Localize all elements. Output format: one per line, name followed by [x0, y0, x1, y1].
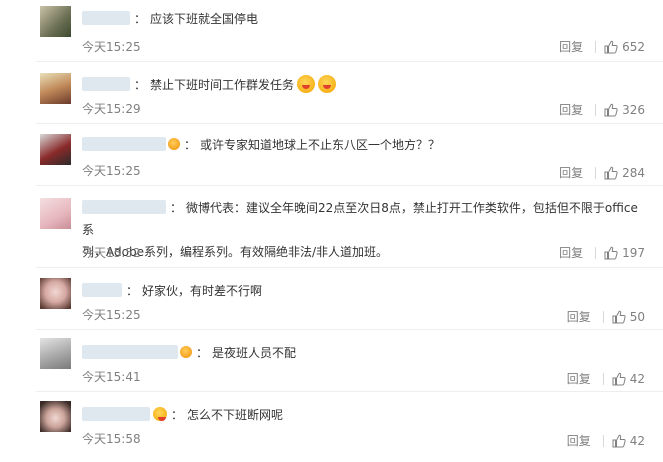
reply-button[interactable]: 回复: [567, 370, 591, 387]
comment-body: ：或许专家知道地球上不止东八区一个地方？？: [82, 134, 643, 156]
like-count: 50: [629, 309, 645, 324]
like-count: 42: [629, 371, 645, 386]
reply-button[interactable]: 回复: [559, 38, 583, 55]
comment-body: ：是夜班人员不配: [82, 342, 643, 364]
reply-button[interactable]: 回复: [559, 164, 583, 181]
thumbs-up-icon: [612, 310, 626, 323]
username-blurred[interactable]: [82, 283, 122, 297]
vip-badge-icon: [180, 346, 192, 358]
comment-text: 好家伙，有时差不行啊: [142, 284, 263, 298]
comment-item: ：禁止下班时间工作群发任务 今天15:29 回复 326: [0, 62, 663, 124]
like-count: 42: [629, 433, 645, 448]
thumbs-up-icon: [612, 372, 626, 385]
separator: [602, 310, 604, 323]
avatar[interactable]: [40, 134, 71, 165]
comment-text: 是夜班人员不配: [212, 346, 297, 360]
comment-item: ：或许专家知道地球上不止东八区一个地方？？ 今天15:25 回复 284: [0, 124, 663, 186]
comment-actions: 回复 284: [559, 164, 645, 181]
like-button[interactable]: 42: [612, 372, 645, 386]
comment-body: ：应该下班就全国停电: [82, 8, 643, 30]
username-blurred[interactable]: [82, 345, 178, 359]
separator: [602, 372, 604, 385]
like-button[interactable]: 284: [604, 166, 645, 180]
separator: [595, 246, 597, 259]
comment-item: ：怎么不下班断网呢 今天15:58 回复 42: [0, 392, 663, 462]
comment-body: ：好家伙，有时差不行啊: [82, 280, 643, 302]
comment-list: ：应该下班就全国停电 今天15:25 回复 652 ：禁止下班时间工作群发任务 …: [0, 0, 663, 462]
comment-actions: 回复 197: [559, 244, 645, 261]
avatar[interactable]: [40, 73, 71, 104]
vip-badge-icon: [153, 407, 167, 421]
comment-actions: 回复 652: [559, 38, 645, 55]
comment-time: 今天15:25: [82, 308, 141, 322]
comment-item: ：是夜班人员不配 今天15:41 回复 42: [0, 330, 663, 392]
comment-time: 今天15:41: [82, 370, 141, 384]
separator: [602, 434, 604, 447]
comment-time: 今天15:25: [82, 164, 141, 178]
comment-body: ：禁止下班时间工作群发任务: [82, 74, 643, 96]
reply-button[interactable]: 回复: [559, 244, 583, 261]
comment-text: 或许专家知道地球上不止东八区一个地方？？: [200, 138, 441, 152]
like-button[interactable]: 50: [612, 310, 645, 324]
username-blurred[interactable]: [82, 11, 130, 25]
thumbs-up-icon: [612, 434, 626, 447]
like-button[interactable]: 197: [604, 246, 645, 260]
comment-actions: 回复 326: [559, 101, 645, 118]
comment-item: ：微博代表：建议全年晚间22点至次日8点，禁止打开工作类软件，包括但不限于off…: [0, 186, 663, 268]
emoji-icon: [318, 75, 337, 93]
comment-body: ：怎么不下班断网呢: [82, 404, 643, 426]
like-count: 652: [622, 39, 645, 54]
avatar[interactable]: [40, 278, 71, 309]
comment-time: 今天15:58: [82, 432, 141, 446]
like-button[interactable]: 326: [604, 103, 645, 117]
comment-actions: 回复 42: [567, 370, 645, 387]
like-button[interactable]: 42: [612, 434, 645, 448]
reply-button[interactable]: 回复: [567, 432, 591, 449]
thumbs-up-icon: [604, 246, 618, 259]
like-count: 326: [622, 102, 645, 117]
comment-time: 今天15:25: [82, 40, 141, 54]
like-count: 284: [622, 165, 645, 180]
avatar[interactable]: [40, 6, 71, 37]
username-blurred[interactable]: [82, 77, 130, 91]
comment-text: 应该下班就全国停电: [150, 12, 259, 26]
thumbs-up-icon: [604, 166, 618, 179]
comment-actions: 回复 42: [567, 432, 645, 449]
comment-time: 今天15:29: [82, 102, 141, 116]
like-button[interactable]: 652: [604, 40, 645, 54]
username-blurred[interactable]: [82, 137, 166, 151]
separator: [595, 166, 597, 179]
comment-actions: 回复 50: [567, 308, 645, 325]
like-count: 197: [622, 245, 645, 260]
emoji-icon: [297, 75, 316, 93]
comment-text: 怎么不下班断网呢: [187, 408, 284, 422]
avatar[interactable]: [40, 401, 71, 432]
comment-item: ：应该下班就全国停电 今天15:25 回复 652: [0, 0, 663, 62]
comment-item: ：好家伙，有时差不行啊 今天15:25 回复 50: [0, 268, 663, 330]
comment-text: 禁止下班时间工作群发任务: [150, 78, 295, 92]
reply-button[interactable]: 回复: [559, 101, 583, 118]
reply-button[interactable]: 回复: [567, 308, 591, 325]
separator: [595, 103, 597, 116]
username-blurred[interactable]: [82, 200, 166, 214]
separator: [595, 40, 597, 53]
avatar[interactable]: [40, 198, 71, 229]
avatar[interactable]: [40, 338, 71, 369]
thumbs-up-icon: [604, 103, 618, 116]
username-blurred[interactable]: [82, 407, 150, 421]
vip-badge-icon: [168, 138, 180, 150]
thumbs-up-icon: [604, 40, 618, 53]
comment-time: 今天15:52: [82, 246, 141, 260]
